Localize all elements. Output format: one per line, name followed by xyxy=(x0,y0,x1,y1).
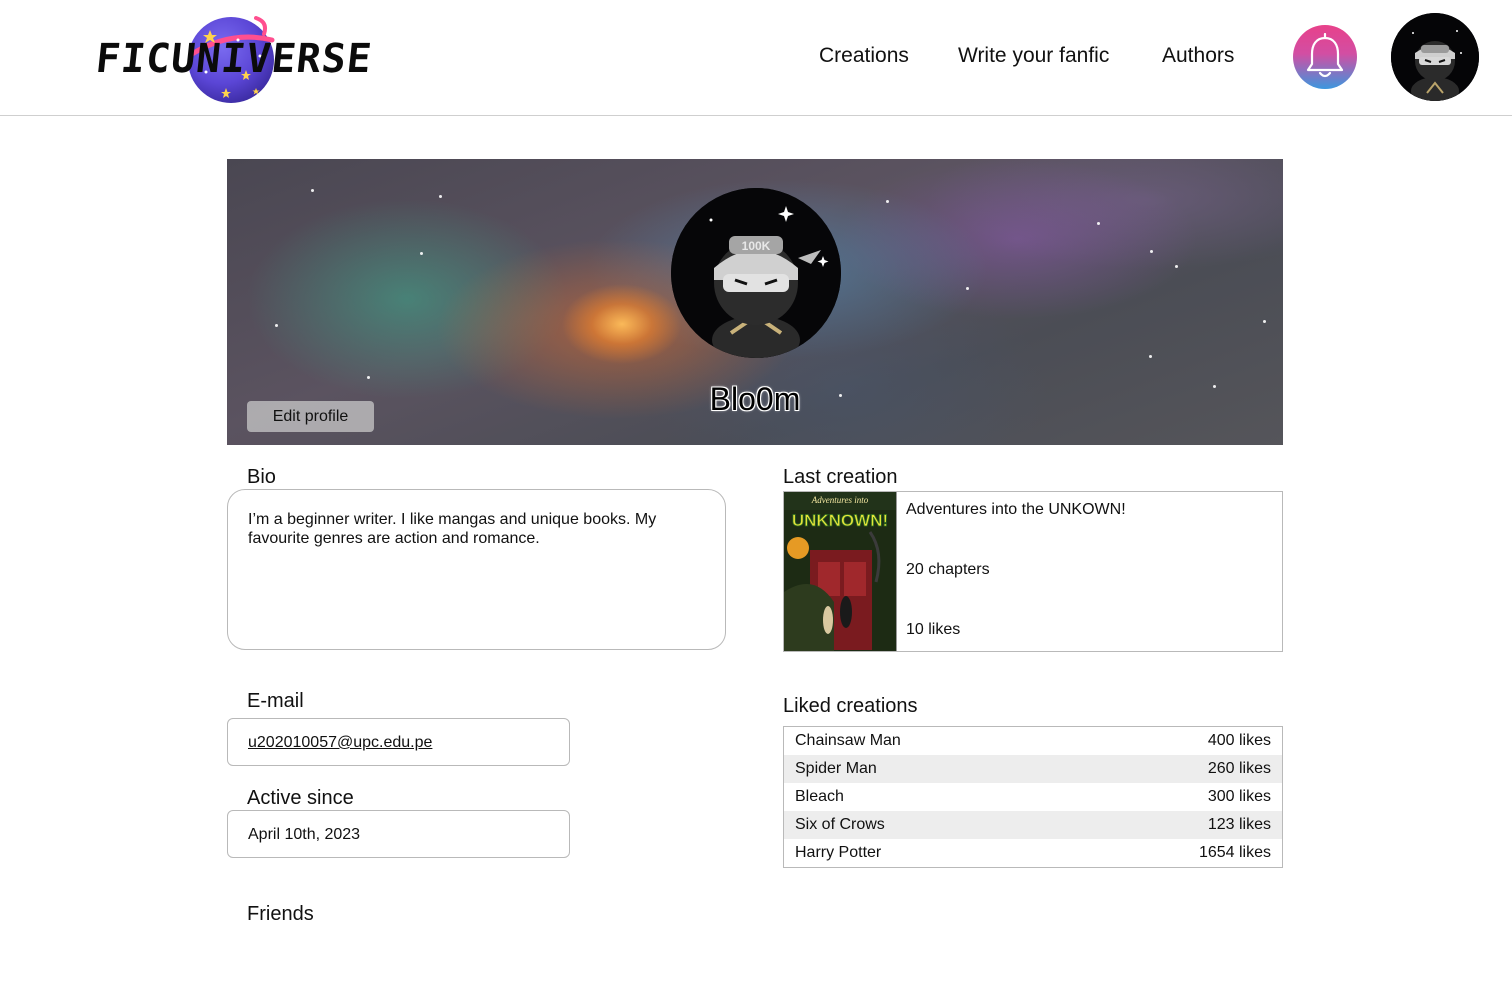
liked-title: Chainsaw Man xyxy=(795,732,901,749)
comic-cover-icon: Adventures into UNKNOWN! xyxy=(784,492,896,651)
profile-username: Blo0m xyxy=(709,381,801,417)
liked-creations-label: Liked creations xyxy=(783,695,918,717)
last-creation-label: Last creation xyxy=(783,466,898,488)
last-creation-likes: 10 likes xyxy=(906,621,961,638)
email-field[interactable]: u202010057@upc.edu.pe xyxy=(227,718,570,766)
profile-avatar: 100K xyxy=(671,188,841,358)
liked-title: Bleach xyxy=(795,788,844,805)
list-item[interactable]: Harry Potter 1654 likes xyxy=(784,839,1282,867)
user-avatar[interactable] xyxy=(1391,13,1479,101)
edit-profile-button[interactable]: Edit profile xyxy=(247,401,374,432)
ninja-avatar-icon: 100K xyxy=(671,188,841,358)
last-creation-chapters: 20 chapters xyxy=(906,561,990,578)
liked-likes: 300 likes xyxy=(1207,788,1271,805)
notifications-button[interactable] xyxy=(1293,25,1357,89)
liked-title: Six of Crows xyxy=(795,816,885,833)
liked-likes: 1654 likes xyxy=(1198,844,1271,861)
avatar-badge: 100K xyxy=(742,239,771,253)
list-item[interactable]: Bleach 300 likes xyxy=(784,783,1282,811)
last-creation-card[interactable]: Adventures into UNKNOWN! Adventures into… xyxy=(783,491,1283,652)
ficuniverse-logo[interactable]: FICUNIVERSE xyxy=(94,8,374,108)
active-since-field: April 10th, 2023 xyxy=(227,810,570,858)
nav-authors[interactable]: Authors xyxy=(1162,44,1234,68)
liked-likes: 400 likes xyxy=(1207,732,1271,749)
liked-title: Harry Potter xyxy=(795,844,882,861)
liked-likes: 260 likes xyxy=(1207,760,1271,777)
bell-icon xyxy=(1306,33,1344,78)
cover-title-text: UNKNOWN! xyxy=(792,511,888,530)
creation-cover-image: Adventures into UNKNOWN! xyxy=(784,492,897,651)
liked-creations-list: Chainsaw Man 400 likes Spider Man 260 li… xyxy=(783,726,1283,868)
ninja-avatar-icon xyxy=(1391,13,1479,101)
brand-wordmark: FICUNIVERSE xyxy=(93,36,375,82)
bio-textbox[interactable]: I’m a beginner writer. I like mangas and… xyxy=(227,489,726,650)
list-item[interactable]: Chainsaw Man 400 likes xyxy=(784,727,1282,755)
active-since-label: Active since xyxy=(247,787,354,809)
top-header: FICUNIVERSE Creations Write your fanfic … xyxy=(0,0,1512,116)
list-item[interactable]: Spider Man 260 likes xyxy=(784,755,1282,783)
profile-banner: 100K Blo0m Edit profile xyxy=(227,159,1283,445)
list-item[interactable]: Six of Crows 123 likes xyxy=(784,811,1282,839)
liked-likes: 123 likes xyxy=(1207,816,1271,833)
liked-title: Spider Man xyxy=(795,760,877,777)
friends-label: Friends xyxy=(247,903,314,925)
cover-top-text: Adventures into xyxy=(811,495,869,505)
email-link[interactable]: u202010057@upc.edu.pe xyxy=(248,734,432,751)
last-creation-title[interactable]: Adventures into the UNKOWN! xyxy=(906,501,1126,519)
bio-label: Bio xyxy=(247,466,276,488)
nav-write-fanfic[interactable]: Write your fanfic xyxy=(958,44,1109,68)
email-label: E-mail xyxy=(247,690,304,712)
nav-creations[interactable]: Creations xyxy=(819,44,909,68)
